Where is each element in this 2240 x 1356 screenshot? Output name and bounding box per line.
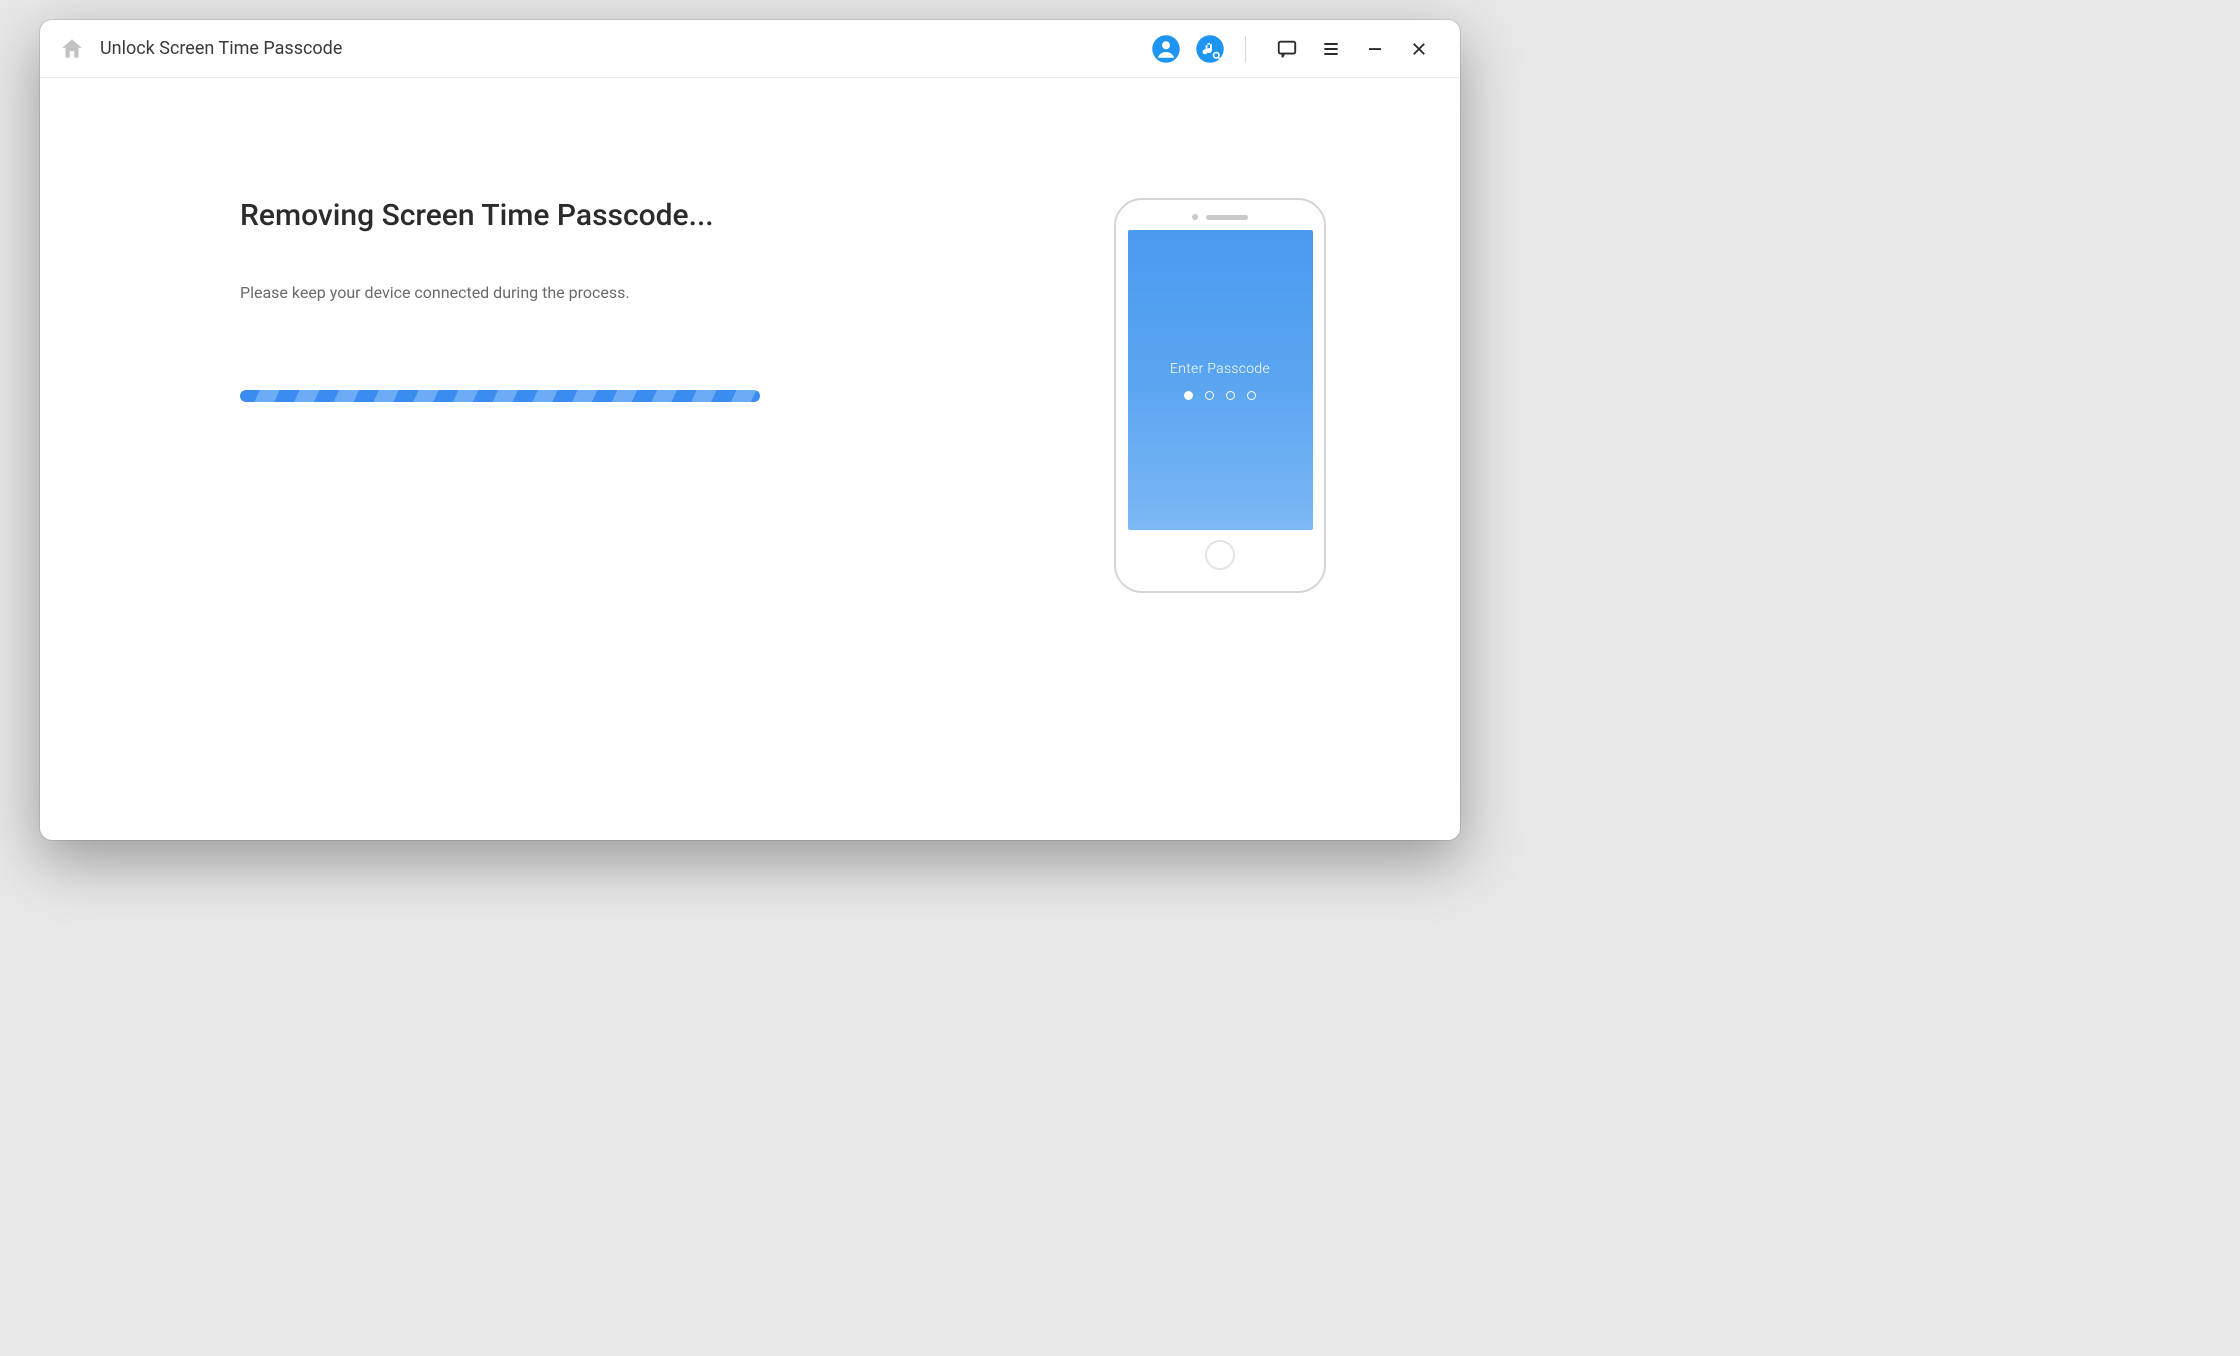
status-pane: Removing Screen Time Passcode... Please …	[100, 198, 1040, 780]
content-area: Removing Screen Time Passcode... Please …	[40, 78, 1460, 840]
progress-bar-container	[240, 390, 760, 402]
passcode-dot-icon	[1247, 391, 1256, 400]
phone-illustration: Enter Passcode	[1114, 198, 1326, 593]
phone-screen-label: Enter Passcode	[1170, 361, 1270, 377]
camera-dot-icon	[1192, 214, 1198, 220]
minimize-button[interactable]	[1358, 32, 1392, 66]
phone-screen: Enter Passcode	[1128, 230, 1313, 530]
passcode-dot-icon	[1205, 391, 1214, 400]
toolbar-divider	[1245, 36, 1246, 62]
home-icon[interactable]	[58, 35, 86, 63]
page-title: Unlock Screen Time Passcode	[100, 38, 342, 59]
passcode-dot-icon	[1184, 391, 1193, 400]
menu-icon[interactable]	[1314, 32, 1348, 66]
passcode-dot-icon	[1226, 391, 1235, 400]
status-heading: Removing Screen Time Passcode...	[240, 198, 980, 233]
phone-home-button-icon	[1205, 540, 1235, 570]
titlebar: Unlock Screen Time Passcode	[40, 20, 1460, 78]
close-button[interactable]	[1402, 32, 1436, 66]
speaker-icon	[1206, 215, 1248, 220]
phone-sensors	[1192, 214, 1248, 220]
progress-bar	[240, 390, 760, 402]
device-illustration-pane: Enter Passcode	[1040, 198, 1400, 780]
account-icon[interactable]	[1149, 32, 1183, 66]
status-subtext: Please keep your device connected during…	[240, 283, 980, 302]
feedback-icon[interactable]	[1270, 32, 1304, 66]
passcode-dots	[1184, 391, 1256, 400]
app-window: Unlock Screen Time Passcode Removing Scr…	[40, 20, 1460, 840]
music-search-icon[interactable]	[1193, 32, 1227, 66]
